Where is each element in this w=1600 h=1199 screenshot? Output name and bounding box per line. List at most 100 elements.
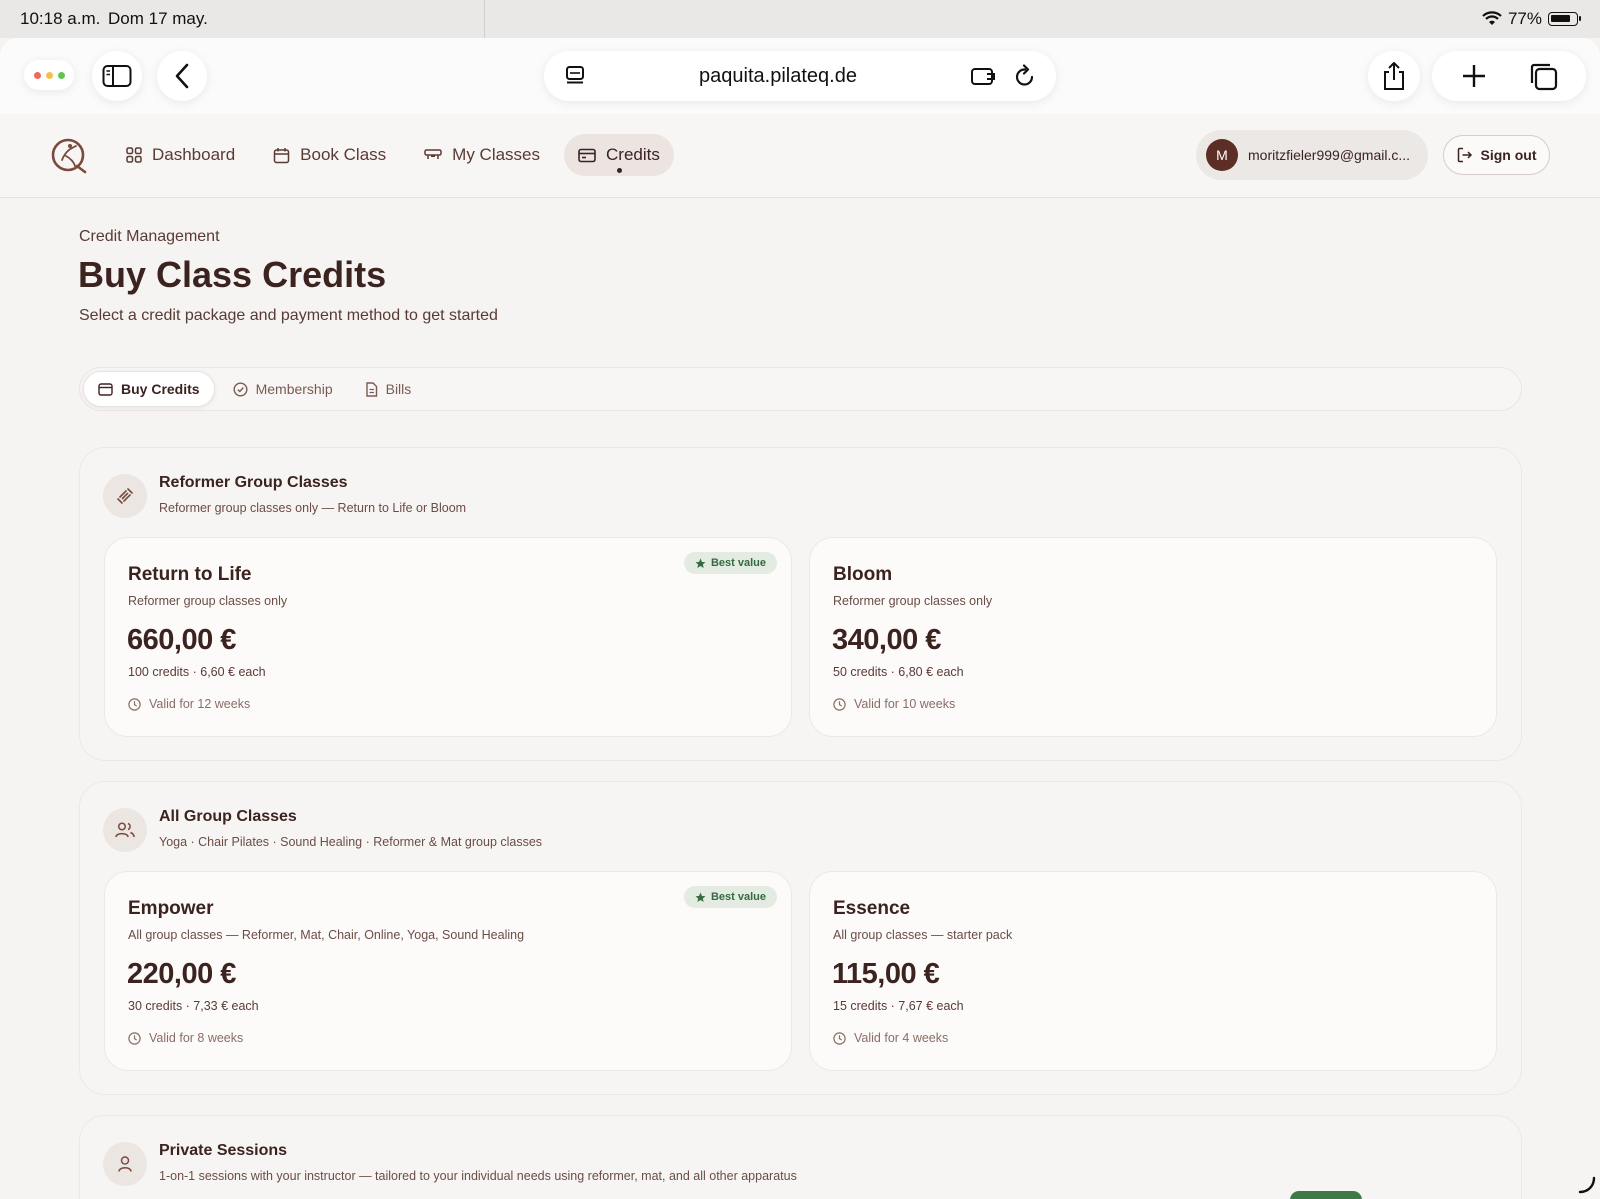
- wifi-icon: [1482, 11, 1502, 25]
- package-price: 340,00 €: [832, 624, 941, 656]
- package-validity: Valid for 10 weeks: [833, 697, 955, 711]
- card-icon: [578, 148, 596, 162]
- package-description: All group classes — Reformer, Mat, Chair…: [128, 928, 525, 942]
- star-icon: [695, 892, 706, 902]
- package-card-empower[interactable]: Best value Empower All group classes — R…: [104, 871, 792, 1071]
- battery-percent: 77%: [1507, 9, 1542, 28]
- clock-icon: [128, 1031, 141, 1045]
- package-description: All group classes — starter pack: [833, 928, 1013, 942]
- sign-out-icon: [1457, 147, 1472, 163]
- package-credits: 30 credits · 7,33 € each: [128, 999, 259, 1013]
- package-credits: 100 credits · 6,60 € each: [128, 665, 266, 679]
- section-reformer-group: Reformer Group Classes Reformer group cl…: [79, 447, 1522, 761]
- badge-label: Best value: [710, 557, 766, 569]
- main-nav: Dashboard Book Class My Classes Credits: [112, 134, 674, 176]
- clock-icon: [833, 697, 846, 711]
- package-card-bloom[interactable]: Bloom Reformer group classes only 340,00…: [809, 537, 1497, 737]
- package-description: Reformer group classes only: [833, 594, 993, 608]
- address-bar[interactable]: paquita.pilateq.de: [544, 51, 1056, 101]
- page-subtitle: Select a credit package and payment meth…: [79, 307, 498, 324]
- package-price: 115,00 €: [832, 958, 940, 990]
- tab-buy-credits[interactable]: Buy Credits: [83, 371, 215, 407]
- status-time: 10:18 a.m.: [20, 9, 101, 28]
- package-card-essence[interactable]: Essence All group classes — starter pack…: [809, 871, 1497, 1071]
- package-validity-label: Valid for 8 weeks: [149, 1031, 244, 1045]
- package-validity: Valid for 12 weeks: [128, 697, 250, 711]
- tab-bills-label: Bills: [385, 381, 412, 397]
- tab-bills[interactable]: Bills: [351, 371, 426, 407]
- tab-membership[interactable]: Membership: [219, 371, 347, 407]
- package-validity: Valid for 8 weeks: [128, 1031, 243, 1045]
- tab-controls: [1432, 51, 1586, 101]
- resize-handle-icon[interactable]: [1578, 1176, 1596, 1194]
- chevron-left-icon: [175, 63, 189, 89]
- section-icon-wrap: [103, 808, 147, 852]
- package-validity: Valid for 4 weeks: [833, 1031, 948, 1045]
- clock-icon: [128, 697, 141, 711]
- user-icon: [118, 1156, 132, 1172]
- dumbbell-icon: [117, 488, 133, 504]
- sign-out-button[interactable]: Sign out: [1443, 135, 1550, 175]
- section-icon-wrap: [103, 1142, 147, 1186]
- user-email: moritzfieler999@gmail.c...: [1248, 147, 1411, 163]
- page-eyebrow: Credit Management: [79, 228, 220, 245]
- package-credits: 50 credits · 6,80 € each: [833, 665, 964, 679]
- package-validity-label: Valid for 10 weeks: [854, 697, 956, 711]
- section-description: Reformer group classes only — Return to …: [159, 501, 467, 515]
- reload-icon[interactable]: [1014, 64, 1036, 88]
- url-text: paquita.pilateq.de: [699, 64, 857, 87]
- section-icon-wrap: [103, 474, 147, 518]
- brand-logo[interactable]: [50, 136, 88, 174]
- browser-toolbar: paquita.pilateq.de: [0, 38, 1600, 114]
- package-name: Bloom: [833, 564, 893, 585]
- calendar-icon: [273, 147, 290, 163]
- sidebar-icon: [102, 65, 132, 87]
- status-date: Dom 17 may.: [108, 9, 208, 28]
- users-icon: [115, 822, 135, 838]
- section-title: Private Sessions: [159, 1142, 288, 1159]
- user-menu[interactable]: M moritzfieler999@gmail.c...: [1196, 130, 1428, 180]
- nav-credits[interactable]: Credits: [564, 134, 674, 176]
- nav-book-class[interactable]: Book Class: [259, 134, 400, 176]
- clock-icon: [833, 1031, 846, 1045]
- grid-icon: [126, 147, 142, 163]
- share-button[interactable]: [1368, 51, 1420, 101]
- wallet-icon: [98, 382, 113, 396]
- package-credits: 15 credits · 7,67 € each: [833, 999, 964, 1013]
- nav-my-classes-label: My Classes: [452, 145, 541, 164]
- badge-label: Best value: [710, 891, 766, 903]
- package-price: 660,00 €: [127, 624, 236, 656]
- status-indicators: 77%: [1482, 9, 1581, 29]
- package-card-return-to-life[interactable]: Best value Return to Life Reformer group…: [104, 537, 792, 737]
- section-title: Reformer Group Classes: [159, 474, 348, 491]
- package-price: 220,00 €: [127, 958, 236, 990]
- nav-dashboard[interactable]: Dashboard: [112, 134, 249, 176]
- nav-my-classes[interactable]: My Classes: [410, 134, 554, 176]
- avatar: M: [1206, 139, 1238, 171]
- nav-book-class-label: Book Class: [300, 145, 387, 164]
- app-header: Dashboard Book Class My Classes Credits …: [0, 114, 1600, 198]
- sign-out-label: Sign out: [1480, 147, 1537, 163]
- package-name: Essence: [833, 898, 911, 919]
- tabs-overview-icon[interactable]: [1528, 61, 1558, 91]
- sidebar-toggle-button[interactable]: [92, 51, 142, 101]
- tab-buy-credits-label: Buy Credits: [121, 381, 200, 397]
- section-private-sessions: Private Sessions 1-on-1 sessions with yo…: [79, 1115, 1522, 1199]
- best-value-badge: Best value: [683, 552, 777, 574]
- share-icon: [1384, 62, 1404, 90]
- package-description: Reformer group classes only: [128, 594, 288, 608]
- section-description: Yoga · Chair Pilates · Sound Healing · R…: [159, 835, 543, 849]
- new-tab-icon[interactable]: [1461, 63, 1487, 89]
- reformer-icon: [424, 149, 442, 159]
- section-title: All Group Classes: [159, 808, 297, 825]
- back-button[interactable]: [157, 51, 207, 101]
- credit-tabs: Buy Credits Membership Bills: [79, 367, 1522, 411]
- battery-icon: [1548, 12, 1581, 26]
- extension-icon[interactable]: [970, 65, 996, 87]
- package-name: Return to Life: [128, 564, 252, 585]
- window-controls[interactable]: [24, 60, 74, 90]
- page-menu-icon: [566, 66, 584, 84]
- package-validity-label: Valid for 4 weeks: [854, 1031, 949, 1045]
- star-icon: [695, 558, 706, 568]
- nav-credits-label: Credits: [606, 145, 660, 164]
